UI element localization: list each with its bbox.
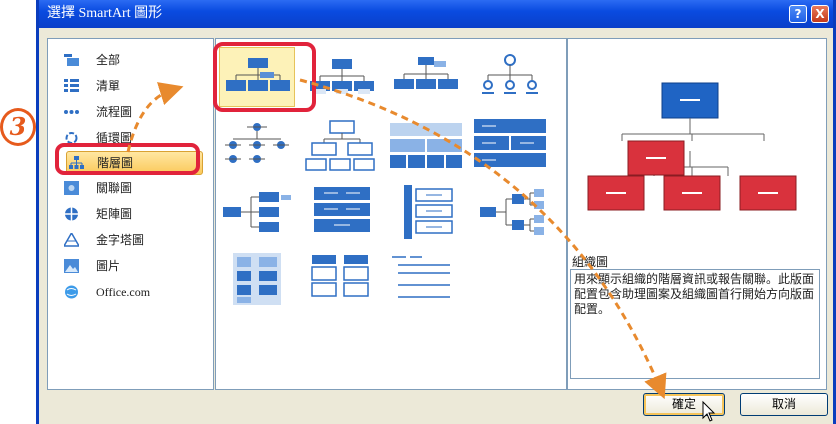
vertical-hierarchy-thumbnail-icon xyxy=(404,185,453,239)
category-process[interactable]: 流程圖 xyxy=(62,101,207,123)
preview-layout-name: 組織圖 xyxy=(572,255,609,269)
preview-panel: 組織圖 用來顯示組織的階層資訊或報告關聯。此版面配置包含助理圖案及組織圖首行開始… xyxy=(567,38,827,390)
category-picture[interactable]: 圖片 xyxy=(62,255,207,277)
matrix-icon xyxy=(65,207,78,221)
close-button[interactable]: X xyxy=(811,5,829,23)
layout-labeled-hierarchy[interactable] xyxy=(219,115,295,175)
layout-lined-list[interactable] xyxy=(219,251,295,311)
ok-button[interactable]: 確定 xyxy=(643,393,725,416)
layout-hierarchy-list[interactable] xyxy=(304,183,380,243)
circle-hierarchy-thumbnail-icon xyxy=(482,54,538,94)
horizontal-org-thumbnail-icon xyxy=(223,192,291,232)
list-icon xyxy=(64,79,79,92)
table-list-thumbnail-icon xyxy=(311,255,369,297)
cancel-button[interactable]: 取消 xyxy=(740,393,828,416)
layout-architecture[interactable] xyxy=(388,115,464,175)
lined-list-thumbnail-icon xyxy=(233,253,281,305)
category-matrix[interactable]: 矩陣圖 xyxy=(62,203,207,225)
table-hierarchy-thumbnail-icon xyxy=(305,120,375,171)
relationship-icon xyxy=(64,181,79,195)
office-icon xyxy=(65,285,78,299)
layout-text-lines[interactable] xyxy=(388,251,464,311)
layout-horizontal-org[interactable] xyxy=(219,183,295,243)
layout-table-list[interactable] xyxy=(304,251,380,311)
process-icon xyxy=(64,110,79,114)
labeled-hierarchy-thumbnail-icon xyxy=(225,123,289,163)
layout-horizontal-multilevel[interactable] xyxy=(472,183,548,243)
step-number-badge: 3 xyxy=(0,108,36,146)
help-button[interactable]: ? xyxy=(789,5,807,23)
smartart-dialog: 選擇 SmartArt 圖形 ? X 全部 清單 流程圖 循環圖 階層圖 關聯圖 xyxy=(36,0,836,424)
pyramid-icon xyxy=(64,233,79,247)
org-chart-preview xyxy=(587,82,797,211)
horizontal-multilevel-thumbnail-icon xyxy=(480,189,544,235)
category-list: 全部 清單 流程圖 循環圖 階層圖 關聯圖 矩陣圖 金字塔圖 圖片 Office… xyxy=(47,38,214,390)
text-lines-thumbnail-icon xyxy=(392,256,450,298)
dialog-title: 選擇 SmartArt 圖形 xyxy=(47,6,163,21)
preview-description: 用來顯示組織的階層資訊或報告關聯。此版面配置包含助理圖案及組織圖首行開始方向版面… xyxy=(570,269,820,379)
layout-circle-hierarchy[interactable] xyxy=(472,47,548,107)
horizontal-hierarchy-thumbnail-icon xyxy=(474,119,546,167)
title-bar: 選擇 SmartArt 圖形 ? X xyxy=(39,0,833,28)
category-list-item[interactable]: 清單 xyxy=(62,75,207,97)
category-relationship[interactable]: 關聯圖 xyxy=(62,177,207,199)
category-pyramid[interactable]: 金字塔圖 xyxy=(62,229,207,251)
category-all[interactable]: 全部 xyxy=(62,49,207,71)
hierarchy-list-thumbnail-icon xyxy=(314,187,370,232)
picture-icon xyxy=(64,259,79,273)
layout-table-hierarchy[interactable] xyxy=(304,115,380,175)
hierarchy-highlight-ring xyxy=(55,143,200,175)
layout-horizontal-hierarchy[interactable] xyxy=(472,115,548,175)
layout-half-circle-org[interactable] xyxy=(388,47,464,107)
half-circle-thumbnail-icon xyxy=(394,57,458,89)
all-icon xyxy=(64,54,79,66)
category-office[interactable]: Office.com xyxy=(62,281,207,303)
architecture-thumbnail-icon xyxy=(390,123,462,168)
layout-highlight-ring xyxy=(213,42,316,112)
layout-vertical-hierarchy[interactable] xyxy=(388,183,464,243)
